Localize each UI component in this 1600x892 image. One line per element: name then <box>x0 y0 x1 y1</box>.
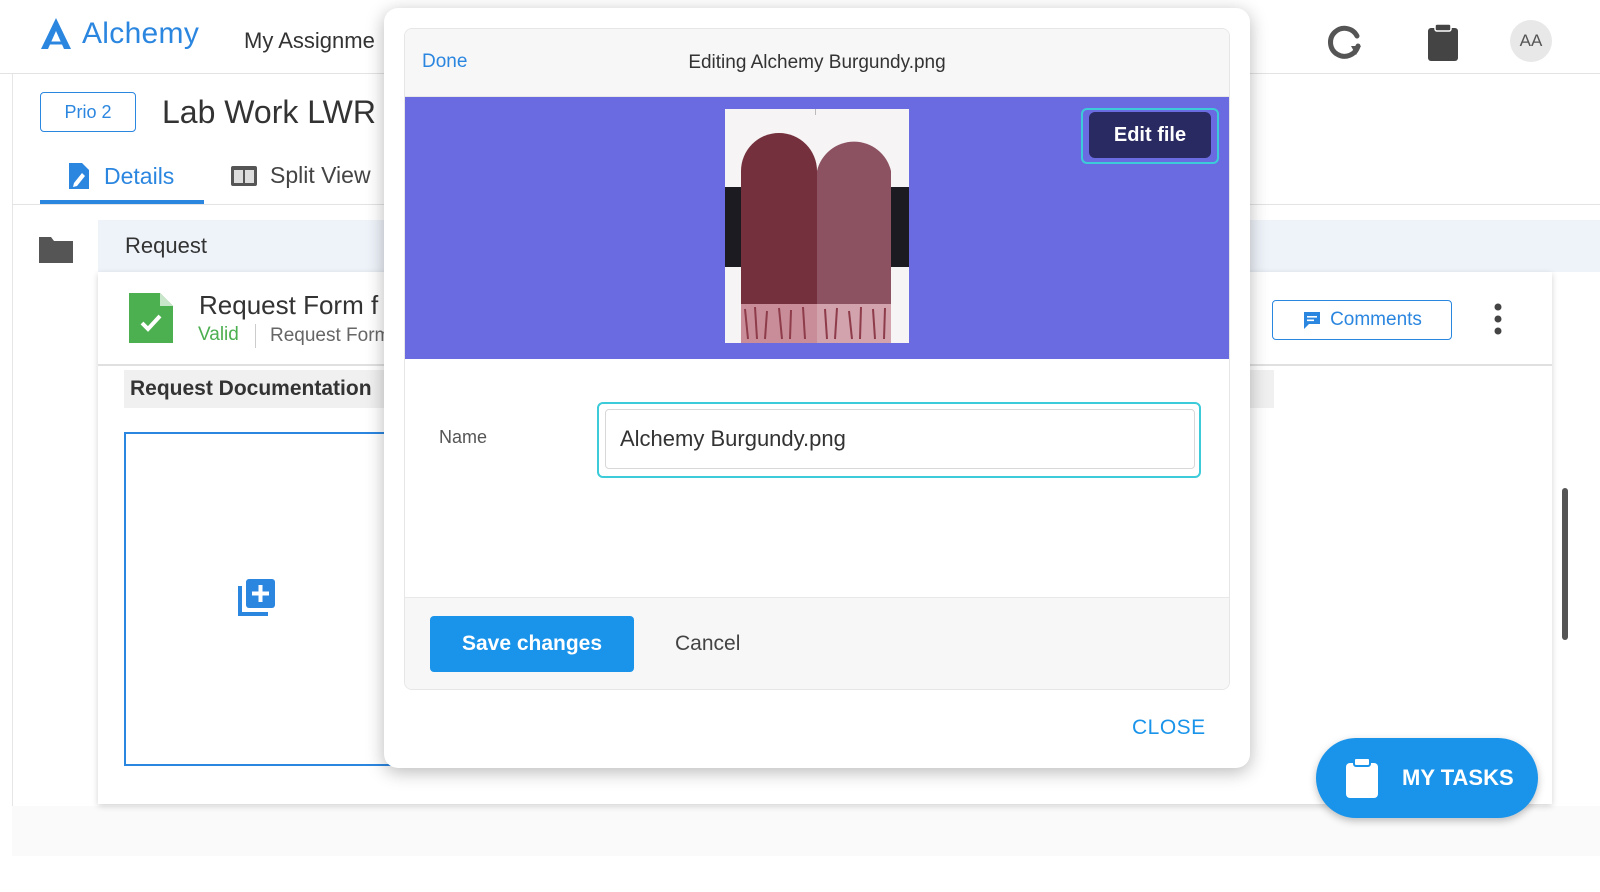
file-editor-panel: Done Editing Alchemy Burgundy.png Edit f… <box>404 28 1230 690</box>
status-separator <box>255 324 256 348</box>
app-logo[interactable]: Alchemy <box>38 16 199 52</box>
save-changes-button[interactable]: Save changes <box>430 616 634 672</box>
cancel-button[interactable]: Cancel <box>675 632 740 656</box>
more-options-icon[interactable] <box>1488 302 1508 336</box>
documentation-label: Request Documentation <box>130 377 372 400</box>
comments-button[interactable]: Comments <box>1272 300 1452 340</box>
alchemy-logo-icon <box>41 18 71 49</box>
image-preview-area: Edit file <box>405 97 1229 359</box>
editor-header: Done Editing Alchemy Burgundy.png <box>405 29 1229 97</box>
add-file-icon[interactable] <box>236 576 278 618</box>
file-name-input[interactable] <box>605 409 1195 469</box>
tab-split-view[interactable]: Split View <box>230 162 371 189</box>
form-subtitle: Request Form <box>270 325 391 346</box>
close-dialog-button[interactable]: CLOSE <box>1132 716 1206 740</box>
document-edit-icon <box>69 163 89 189</box>
refresh-icon[interactable] <box>1324 22 1364 62</box>
app-name: Alchemy <box>82 17 200 50</box>
status-badge: Valid <box>198 324 239 345</box>
clipboard-icon[interactable] <box>1424 22 1462 62</box>
valid-document-icon <box>129 293 173 343</box>
page-border <box>12 74 13 856</box>
split-view-icon <box>231 165 257 186</box>
comments-label: Comments <box>1330 309 1422 330</box>
page-scrollbar[interactable] <box>1562 488 1568 640</box>
comment-icon <box>1304 312 1321 329</box>
nav-my-assignments[interactable]: My Assignme <box>244 28 375 54</box>
image-thumbnail <box>725 109 909 343</box>
user-avatar[interactable]: AA <box>1510 20 1552 62</box>
form-title[interactable]: Request Form f <box>199 290 378 321</box>
editor-footer: Save changes Cancel <box>405 597 1229 689</box>
page-title: Lab Work LWR <box>162 94 376 130</box>
priority-badge[interactable]: Prio 2 <box>40 92 136 132</box>
editor-title: Editing Alchemy Burgundy.png <box>688 52 946 73</box>
edit-file-button[interactable]: Edit file <box>1089 112 1211 158</box>
tab-details-label: Details <box>104 162 175 189</box>
tab-details[interactable]: Details <box>66 162 174 190</box>
my-tasks-label: MY TASKS <box>1402 765 1514 790</box>
name-field-label: Name <box>439 427 488 447</box>
tab-split-view-label: Split View <box>270 162 371 188</box>
folder-icon <box>39 237 73 263</box>
section-label: Request <box>125 233 207 258</box>
clipboard-icon <box>1346 757 1378 798</box>
my-tasks-button[interactable]: MY TASKS <box>1316 738 1538 818</box>
